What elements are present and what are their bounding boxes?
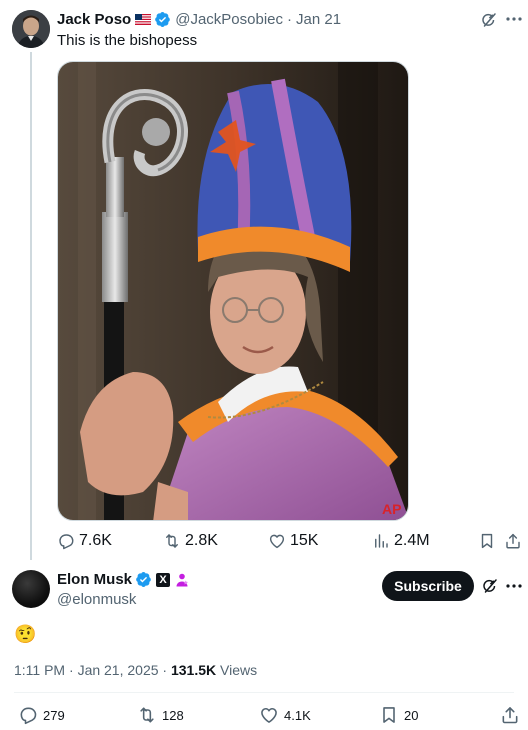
tweet-meta: 1:11 PM · Jan 21, 2025 · 131.5K Views [14,662,257,678]
repost-count: 128 [162,707,184,723]
parent-tweet[interactable]: Jack Poso @JackPosobiec · Jan 21 This is… [0,0,528,560]
separator: · [287,11,292,28]
repost-icon [166,534,178,548]
author-handle[interactable]: @elonmusk [57,591,136,608]
avatar-elon-musk[interactable] [12,570,50,608]
views-button[interactable]: 2.4M [372,532,430,550]
views-label: Views [220,662,258,678]
avatar-jack-poso[interactable] [12,10,50,48]
tweet-time[interactable]: 1:11 PM [14,662,65,678]
like-button[interactable]: 4.1K [259,705,311,725]
subscribe-button[interactable]: Subscribe [382,571,474,601]
x-affiliation-badge[interactable]: X [156,572,171,587]
parent-tweet-header: Jack Poso @JackPosobiec · Jan 21 [57,11,341,28]
main-tweet-header: Elon Musk X [57,571,190,588]
author-handle[interactable]: @JackPosobiec [175,11,283,28]
grok-icon[interactable] [481,577,499,595]
like-icon [269,534,285,549]
bookmark-icon [481,533,493,549]
like-count: 4.1K [284,707,311,723]
share-icon [502,707,518,724]
more-icon[interactable] [505,9,523,29]
photo-watermark: AP [382,501,401,517]
repost-icon [140,707,154,723]
reply-count: 7.6K [79,532,112,549]
divider [14,692,514,693]
bookmark-button[interactable] [478,532,496,550]
tweet-text: This is the bishopess [57,32,198,49]
tweet-photo[interactable]: AP [57,61,409,521]
role-person-icon [176,573,189,586]
grok-icon[interactable] [480,11,498,29]
separator: · [162,662,168,678]
us-flag-icon [135,14,152,25]
repost-count: 2.8K [185,532,218,549]
bookmark-icon [383,707,395,723]
tweet-date[interactable]: Jan 21, 2025 [78,662,159,678]
share-button[interactable] [504,532,522,550]
author-name[interactable]: Jack Poso [57,11,131,28]
share-button[interactable] [500,705,520,725]
thread-line [30,52,32,560]
bookmark-button[interactable]: 20 [379,705,418,725]
reply-icon [20,707,37,725]
views-count: 2.4M [394,532,430,549]
reply-button[interactable]: 279 [18,705,65,725]
like-icon [261,707,277,723]
views-count: 131.5K [170,662,217,678]
repost-button[interactable]: 128 [137,705,184,725]
bookmark-count: 20 [404,707,419,723]
tweet-date[interactable]: Jan 21 [296,11,341,28]
reply-button[interactable]: 7.6K [57,532,112,550]
like-count: 15K [290,532,319,549]
verified-badge-icon [155,12,171,27]
repost-button[interactable]: 2.8K [163,532,218,550]
share-icon [506,533,520,549]
reply-icon [59,534,74,550]
separator: · [69,662,74,678]
tweet-text: 🤨 [14,624,37,644]
like-button[interactable]: 15K [268,532,318,550]
author-name[interactable]: Elon Musk [57,571,132,588]
verified-badge-icon [136,572,151,587]
views-icon [375,534,388,548]
reply-count: 279 [43,707,65,723]
more-icon[interactable] [505,576,523,596]
